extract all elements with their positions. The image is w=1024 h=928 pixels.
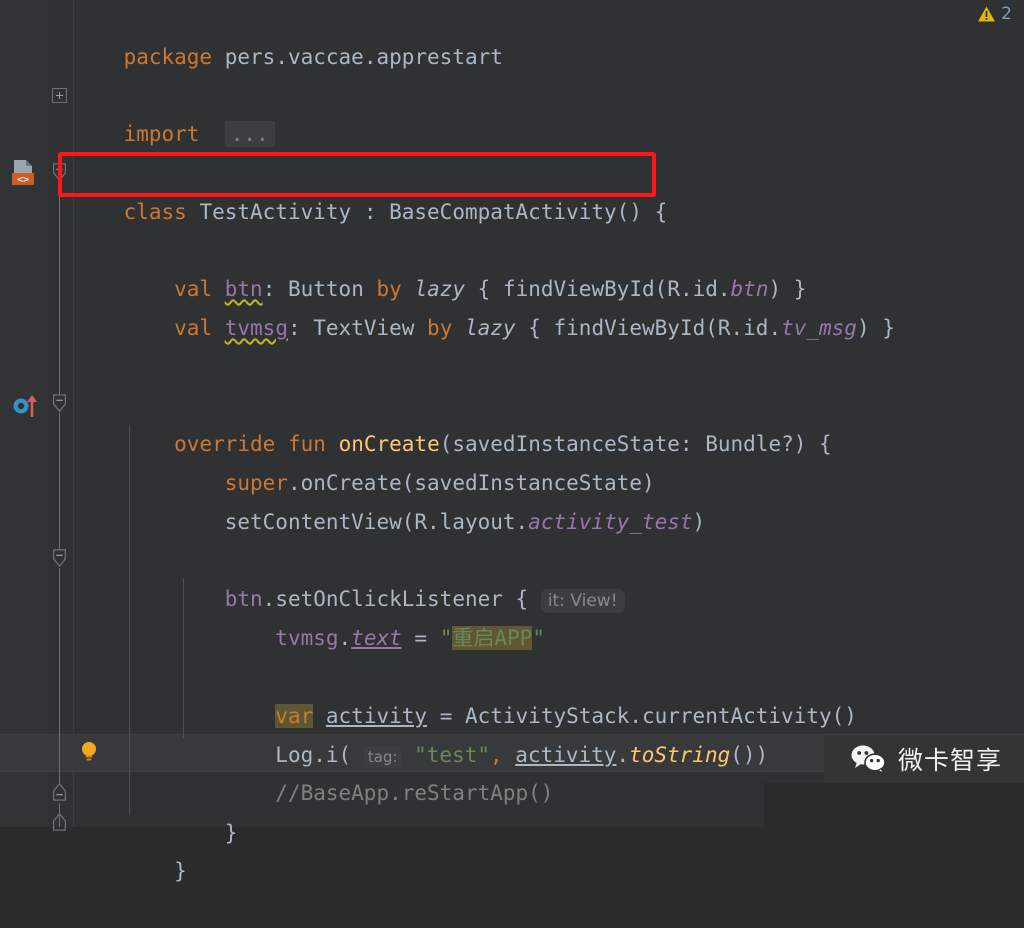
dot-operator: .: [338, 626, 352, 650]
code-line-log-i[interactable]: Log.i( tag: "test", activity.toString()): [0, 698, 1024, 768]
class-colon: :: [351, 200, 390, 224]
quote-open: ": [439, 626, 453, 650]
package-name: pers.vaccae.apprestart: [224, 45, 503, 69]
call-setcontentview: setContentView(R.layout.: [224, 510, 529, 534]
code-editor[interactable]: <> 2 package pers.vaccae.apprestart impo…: [0, 0, 1024, 883]
keyword-import: import: [123, 122, 200, 146]
closing-brace: }: [174, 859, 187, 883]
type-textview: : TextView: [287, 316, 428, 340]
keyword-by: by: [427, 316, 453, 340]
wechat-logo-icon: [851, 745, 886, 774]
superclass-name: BaseCompatActivity(): [389, 200, 642, 224]
code-line-class-declaration[interactable]: class TestActivity : BaseCompatActivity(…: [0, 155, 1024, 224]
watermark: 微卡智享: [823, 735, 1024, 783]
keyword-val: val: [174, 316, 213, 340]
code-line-var-activity[interactable]: var activity = ActivityStack.currentActi…: [0, 659, 1024, 728]
watermark-text: 微卡智享: [897, 746, 1002, 775]
code-line-oncreate-signature[interactable]: override fun onCreate(savedInstanceState…: [0, 387, 1024, 456]
code-line-setonclicklistener[interactable]: btn.setOnClickListener { it: View!: [0, 542, 1024, 613]
keyword-package: package: [123, 45, 213, 69]
code-line-super-oncreate[interactable]: super.onCreate(savedInstanceState): [0, 426, 1024, 495]
code-line-import[interactable]: import ...: [0, 77, 1024, 147]
reference-tvmsg: tvmsg: [275, 626, 339, 650]
class-open-brace: {: [654, 200, 668, 224]
assign-operator: =: [401, 626, 440, 650]
property-text: text: [351, 626, 402, 650]
field-tvmsg: tvmsg: [224, 316, 288, 340]
code-line-tvmsg-text-assign[interactable]: tvmsg.text = "重启APP": [0, 581, 1024, 650]
code-line-val-btn[interactable]: val btn: Button by lazy { findViewById(R…: [0, 232, 1024, 301]
quote-close: ": [532, 626, 545, 650]
code-line-package[interactable]: package pers.vaccae.apprestart: [0, 0, 1024, 69]
class-name: TestActivity: [199, 200, 352, 224]
keyword-lazy: lazy: [465, 316, 516, 340]
lambda-close: ) }: [856, 316, 895, 340]
code-line-val-tvmsg[interactable]: val tvmsg: TextView by lazy { findViewBy…: [0, 271, 1024, 340]
resource-id-tv-msg: tv_msg: [781, 316, 857, 340]
call-findviewbyid: findViewById(R.id.: [553, 316, 782, 340]
code-line-setcontentview[interactable]: setContentView(R.layout.activity_test): [0, 465, 1024, 534]
paren-close: ): [692, 510, 706, 534]
keyword-class: class: [123, 200, 187, 224]
watermark-lower-bar: [764, 783, 1024, 827]
resource-layout-activity-test: activity_test: [528, 510, 693, 534]
lambda-open: {: [515, 316, 554, 340]
string-restart-app: 重启APP: [452, 626, 533, 650]
folded-imports-placeholder[interactable]: ...: [224, 121, 275, 147]
